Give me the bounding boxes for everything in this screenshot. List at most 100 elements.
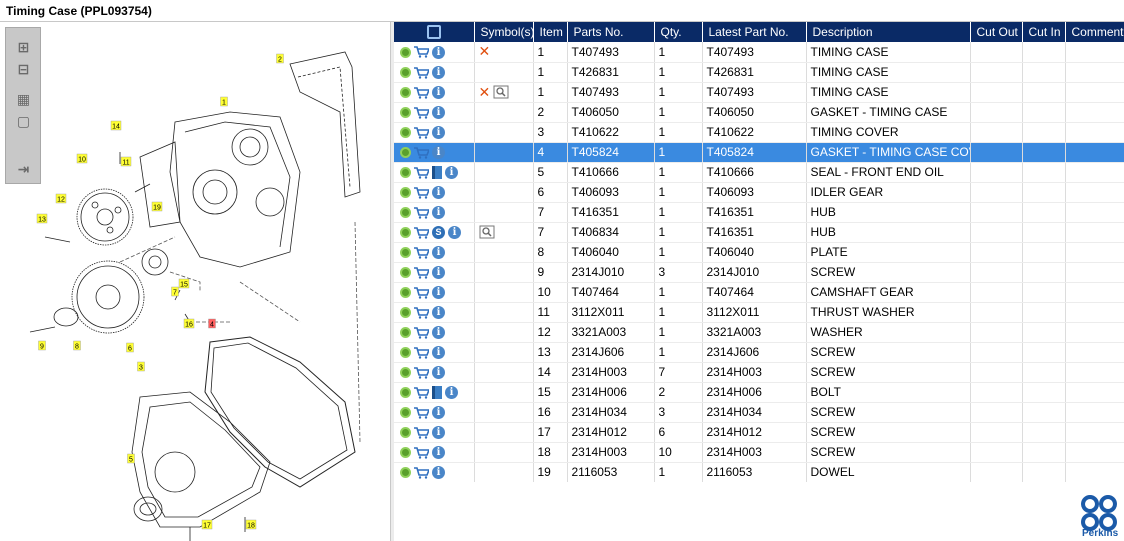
gear-icon[interactable] [400,247,411,259]
callout-11[interactable]: 11 [120,156,132,167]
table-row[interactable]: i 7 T416351 1 T416351 HUB [394,202,1124,223]
zoom-out-button[interactable]: ⊟ [13,60,34,79]
gear-icon[interactable] [400,46,411,58]
callout-16[interactable]: 16 [183,318,195,329]
table-row[interactable]: i 8 T406040 1 T406040 PLATE [394,242,1124,263]
table-row[interactable]: i 13 2314J606 1 2314J606 SCREW [394,342,1124,363]
gear-icon[interactable] [400,327,411,339]
info-icon[interactable]: i [432,45,445,59]
info-icon[interactable]: i [432,186,445,200]
info-icon[interactable]: i [445,386,458,400]
info-icon[interactable]: i [432,266,445,280]
table-row[interactable]: i ✕ 1 T407493 1 T407493 TIMING CASE [394,42,1124,63]
table-row[interactable]: i 15 2314H006 2 2314H006 BOLT [394,382,1124,403]
callout-5[interactable]: 5 [127,453,135,464]
info-icon[interactable]: i [432,126,445,140]
info-icon[interactable]: i [432,246,445,260]
gear-icon[interactable] [400,267,411,279]
gear-icon[interactable] [400,367,411,379]
callout-8[interactable]: 8 [73,340,81,351]
callout-19[interactable]: 19 [151,201,163,212]
cart-icon[interactable] [414,226,429,239]
gear-icon[interactable] [400,207,411,219]
cart-icon[interactable] [414,326,429,339]
cart-icon[interactable] [414,146,429,159]
info-icon[interactable]: i [432,426,445,440]
column-header-comment[interactable]: Comment [1065,22,1124,42]
service-icon[interactable]: S [432,226,445,240]
callout-10[interactable]: 10 [76,153,88,164]
column-header-parts-no[interactable]: Parts No. [567,22,655,42]
cart-icon[interactable] [414,166,429,179]
gear-icon[interactable] [400,467,411,479]
gear-icon[interactable] [400,127,411,139]
book-icon[interactable] [432,386,442,400]
gear-icon[interactable] [400,407,411,419]
info-icon[interactable]: i [432,346,445,360]
cart-icon[interactable] [414,46,429,59]
cart-icon[interactable] [414,246,429,259]
info-icon[interactable]: i [448,226,461,240]
exploded-diagram[interactable]: 1 2 3 4 5 6 7 8 9 10 11 12 13 14 15 16 17 18 19 ⊞ ⊟ ▦ ▢ ⇥ [0,22,391,541]
gear-icon[interactable] [400,347,411,359]
callout-2[interactable]: 2 [276,53,284,64]
cart-icon[interactable] [414,266,429,279]
book-icon[interactable] [432,166,442,180]
info-icon[interactable]: i [432,206,445,220]
callout-17[interactable]: 17 [201,519,213,530]
cart-icon[interactable] [414,106,429,119]
table-row[interactable]: i 6 T406093 1 T406093 IDLER GEAR [394,182,1124,203]
gear-icon[interactable] [400,187,411,199]
info-icon[interactable]: i [432,146,445,160]
cart-icon[interactable] [414,466,429,479]
column-header-icons[interactable] [394,22,475,42]
zoom-in-button[interactable]: ⊞ [13,38,34,57]
table-row[interactable]: i 17 2314H012 6 2314H012 SCREW [394,422,1124,443]
gear-icon[interactable] [400,67,411,79]
table-row[interactable]: i 16 2314H034 3 2314H034 SCREW [394,402,1124,423]
column-header-qty[interactable]: Qty. [654,22,703,42]
view-image-icon[interactable] [493,85,509,99]
info-icon[interactable]: i [432,66,445,80]
column-header-cut-out[interactable]: Cut Out [970,22,1023,42]
table-row[interactable]: i 3 T410622 1 T410622 TIMING COVER [394,122,1124,143]
cart-icon[interactable] [414,306,429,319]
info-icon[interactable]: i [432,326,445,340]
cart-icon[interactable] [414,406,429,419]
info-icon[interactable]: i [432,106,445,120]
table-row[interactable]: i 18 2314H003 10 2314H003 SCREW [394,442,1124,463]
table-row[interactable]: i 19 2116053 1 2116053 DOWEL [394,462,1124,482]
column-header-latest-part-no[interactable]: Latest Part No. [702,22,807,42]
table-row[interactable]: i 2 T406050 1 T406050 GASKET - TIMING CASE [394,102,1124,123]
table-row[interactable]: i ✕ 1 T407493 1 T407493 TIMING CASE [394,82,1124,103]
fit-all-button[interactable]: ▦ [13,90,34,109]
info-icon[interactable]: i [432,466,445,480]
cart-icon[interactable] [414,346,429,359]
callout-9[interactable]: 9 [38,340,46,351]
table-row[interactable]: i 5 T410666 1 T410666 SEAL - FRONT END OIL [394,162,1124,183]
gear-icon[interactable] [400,227,411,239]
callout-4[interactable]: 4 [208,318,216,329]
callout-12[interactable]: 12 [55,193,67,204]
info-icon[interactable]: i [432,86,445,100]
info-icon[interactable]: i [432,306,445,320]
column-header-item[interactable]: Item [533,22,568,42]
cart-icon[interactable] [414,66,429,79]
table-row[interactable]: i 12 3321A003 1 3321A003 WASHER [394,322,1124,343]
info-icon[interactable]: i [432,286,445,300]
gear-icon[interactable] [400,167,411,179]
gear-icon[interactable] [400,427,411,439]
info-icon[interactable]: i [445,166,458,180]
cart-icon[interactable] [414,446,429,459]
callout-18[interactable]: 18 [245,519,257,530]
table-row[interactable]: i 9 2314J010 3 2314J010 SCREW [394,262,1124,283]
gear-icon[interactable] [400,447,411,459]
column-header-cut-in[interactable]: Cut In [1022,22,1066,42]
gear-icon[interactable] [400,107,411,119]
cart-icon[interactable] [414,286,429,299]
cart-icon[interactable] [414,86,429,99]
callout-3[interactable]: 3 [137,361,145,372]
info-icon[interactable]: i [432,366,445,380]
gear-icon[interactable] [400,287,411,299]
table-row[interactable]: Si 7 T406834 1 T416351 HUB [394,222,1124,243]
